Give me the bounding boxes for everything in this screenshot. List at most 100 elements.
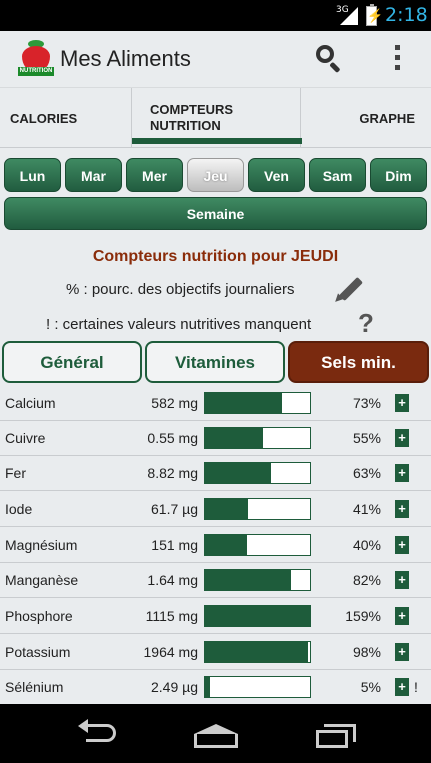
nutrient-value: 2.49 µg	[151, 679, 198, 695]
tab-selected-indicator	[132, 138, 302, 144]
nutrient-percent: 159%	[345, 608, 381, 624]
page-title: Compteurs nutrition pour JEUDI	[92, 248, 339, 265]
pencil-icon[interactable]	[332, 273, 364, 305]
nutrient-name: Sélénium	[5, 679, 64, 695]
info-percent-text: % : pourc. des objectifs journaliers	[66, 281, 295, 298]
help-icon[interactable]: ?	[358, 308, 374, 339]
day-selector: Lun Mar Mer Jeu Ven Sam Dim	[4, 158, 427, 192]
progress-fill	[205, 642, 308, 662]
category-button-general[interactable]: Général	[2, 341, 142, 383]
progress-bar	[204, 605, 311, 627]
nutrient-name: Manganèse	[5, 572, 79, 588]
nutrient-value: 1.64 mg	[147, 572, 198, 588]
progress-bar	[204, 676, 311, 698]
day-button-dim[interactable]: Dim	[370, 158, 427, 192]
week-button[interactable]: Semaine	[4, 197, 427, 230]
nutrient-name: Magnésium	[5, 537, 78, 553]
nutrient-row: Manganèse 1.64 mg 82% +	[0, 563, 431, 598]
nutrient-percent: 5%	[360, 679, 381, 695]
add-icon[interactable]: +	[395, 429, 409, 447]
day-button-sam[interactable]: Sam	[309, 158, 366, 192]
day-button-lun[interactable]: Lun	[4, 158, 61, 192]
tab-label: COMPTEURS NUTRITION	[150, 102, 234, 133]
nutrient-row: Phosphore 1115 mg 159% +	[0, 599, 431, 634]
day-button-mar[interactable]: Mar	[65, 158, 122, 192]
logo-text: NUTRITION	[18, 67, 54, 76]
day-button-ven[interactable]: Ven	[248, 158, 305, 192]
nutrient-name: Calcium	[5, 395, 56, 411]
progress-fill	[205, 428, 263, 448]
signal-icon	[340, 7, 358, 25]
progress-fill	[205, 393, 282, 413]
nutrient-row: Potassium 1964 mg 98% +	[0, 635, 431, 670]
recent-apps-icon[interactable]	[316, 724, 356, 748]
nutrient-value: 1115 mg	[145, 608, 198, 624]
clock: 2:18	[385, 4, 428, 26]
nutrient-percent: 98%	[352, 644, 381, 660]
navigation-bar	[0, 704, 431, 763]
progress-fill	[205, 677, 211, 697]
battery-icon: ⚡	[366, 4, 383, 26]
nutrient-row: Iode 61.7 µg 41% +	[0, 492, 431, 527]
nutrient-percent: 41%	[352, 501, 381, 517]
app-title: Mes Aliments	[60, 46, 191, 71]
add-icon[interactable]: +	[395, 536, 409, 554]
nutrient-name: Fer	[5, 465, 26, 481]
nutrient-row: Magnésium 151 mg 40% +	[0, 528, 431, 563]
nutrient-value: 8.82 mg	[147, 465, 198, 481]
nutrient-value: 61.7 µg	[151, 501, 198, 517]
nutrient-name: Potassium	[5, 644, 71, 660]
nutrient-name: Cuivre	[5, 430, 46, 446]
nutrient-value: 0.55 mg	[147, 430, 198, 446]
info-missing-text: ! : certaines valeurs nutritives manquen…	[46, 316, 312, 333]
category-button-vitamines[interactable]: Vitamines	[145, 341, 285, 383]
progress-bar	[204, 534, 311, 556]
progress-fill	[205, 499, 249, 519]
add-icon[interactable]: +	[395, 643, 409, 661]
nutrient-value: 582 mg	[151, 395, 198, 411]
progress-bar	[204, 498, 311, 520]
nutrient-list: Calcium 582 mg 73% + Cuivre 0.55 mg 55% …	[0, 386, 431, 704]
nutrient-row: Cuivre 0.55 mg 55% +	[0, 421, 431, 456]
home-icon[interactable]	[194, 724, 238, 750]
add-icon[interactable]: +	[395, 678, 409, 696]
back-icon[interactable]	[78, 719, 118, 746]
progress-fill	[205, 535, 247, 555]
progress-bar	[204, 641, 311, 663]
add-icon[interactable]: +	[395, 607, 409, 625]
nutrient-name: Iode	[5, 501, 33, 517]
tab-graphe[interactable]: GRAPHE	[302, 88, 431, 148]
nutrient-percent: 55%	[352, 430, 381, 446]
overflow-menu-icon[interactable]	[390, 45, 404, 73]
nutrient-value: 151 mg	[151, 537, 198, 553]
add-icon[interactable]: +	[395, 500, 409, 518]
day-button-mer[interactable]: Mer	[126, 158, 183, 192]
tab-calories[interactable]: CALORIES	[10, 88, 130, 148]
action-bar: NUTRITION Mes Aliments	[0, 31, 431, 88]
tab-label: CALORIES	[10, 110, 78, 126]
add-icon[interactable]: +	[395, 394, 409, 412]
status-bar: 3G ⚡ 2:18	[0, 0, 431, 31]
tab-compteurs-nutrition[interactable]: COMPTEURS NUTRITION	[131, 88, 302, 148]
progress-bar	[204, 392, 311, 414]
nutrient-row: Fer 8.82 mg 63% +	[0, 456, 431, 491]
nutrient-value: 1964 mg	[143, 644, 198, 660]
tab-label: GRAPHE	[359, 110, 415, 126]
nutrient-percent: 63%	[352, 465, 381, 481]
tab-bar: CALORIES COMPTEURS NUTRITION GRAPHE	[0, 88, 431, 148]
nutrient-row: Sélénium 2.49 µg 5% + !	[0, 670, 431, 704]
progress-bar	[204, 569, 311, 591]
category-button-sels-min[interactable]: Sels min.	[288, 341, 429, 383]
progress-bar	[204, 427, 311, 449]
add-icon[interactable]: +	[395, 571, 409, 589]
nutrient-percent: 82%	[352, 572, 381, 588]
progress-fill	[205, 463, 272, 483]
app-logo[interactable]: NUTRITION	[18, 40, 54, 78]
day-button-jeu[interactable]: Jeu	[187, 158, 244, 192]
progress-fill	[205, 570, 292, 590]
add-icon[interactable]: +	[395, 464, 409, 482]
search-icon[interactable]	[314, 43, 344, 74]
nutrient-row: Calcium 582 mg 73% +	[0, 386, 431, 421]
progress-bar	[204, 462, 311, 484]
progress-fill	[205, 606, 310, 626]
